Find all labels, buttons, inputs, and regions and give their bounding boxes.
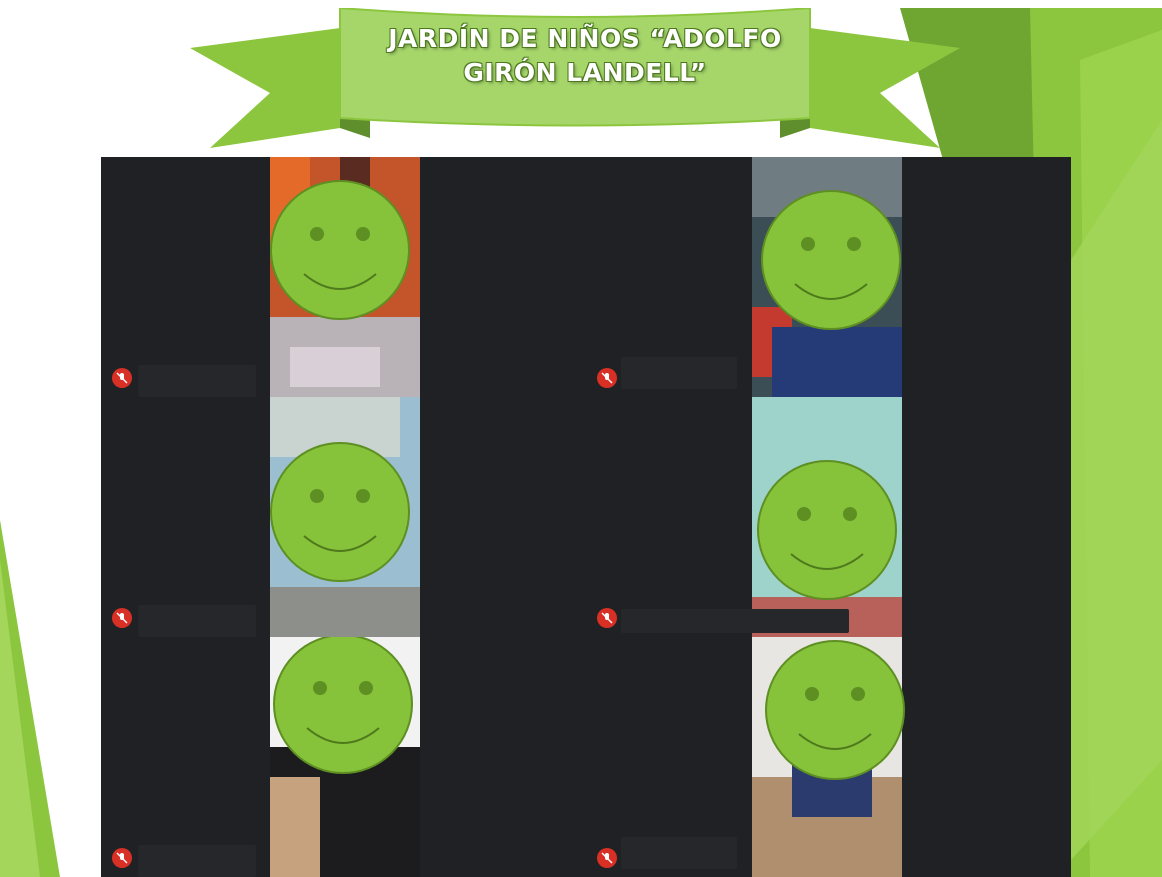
participant-tile[interactable] (586, 157, 1071, 397)
participant-name-bar (621, 837, 737, 869)
video-call-grid (101, 157, 1071, 877)
participant-video (752, 397, 902, 637)
slide-title-line1: JARDÍN DE NIÑOS “ADOLFO (388, 24, 782, 53)
smiley-face-icon (761, 190, 901, 330)
mic-off-icon[interactable] (597, 608, 617, 628)
participant-name-bar (138, 605, 256, 637)
participant-video (752, 637, 905, 877)
smiley-face-icon (757, 460, 897, 600)
mic-off-icon[interactable] (597, 848, 617, 868)
participant-video (752, 157, 902, 397)
mic-off-icon[interactable] (112, 848, 132, 868)
participant-name-bar (138, 365, 256, 397)
smiley-face-icon (270, 180, 410, 320)
participant-name-bar (621, 609, 849, 633)
participant-tile[interactable] (586, 637, 1071, 877)
mic-off-icon[interactable] (112, 608, 132, 628)
smiley-face-icon (765, 640, 905, 780)
participant-video (270, 637, 420, 877)
smiley-face-icon (273, 637, 413, 774)
smiley-face-icon (270, 442, 410, 582)
participant-tile[interactable] (101, 157, 586, 397)
participant-video (270, 397, 420, 637)
participant-tile[interactable] (101, 397, 586, 637)
participant-tile[interactable] (101, 637, 586, 877)
participant-name-bar (621, 357, 737, 389)
slide-title: JARDÍN DE NIÑOS “ADOLFO GIRÓN LANDELL” (345, 22, 825, 90)
participant-name-bar (138, 845, 256, 877)
slide-title-line2: GIRÓN LANDELL” (463, 58, 707, 87)
mic-off-icon[interactable] (112, 368, 132, 388)
participant-tile[interactable] (586, 397, 1071, 637)
mic-off-icon[interactable] (597, 368, 617, 388)
participant-video (270, 157, 420, 397)
